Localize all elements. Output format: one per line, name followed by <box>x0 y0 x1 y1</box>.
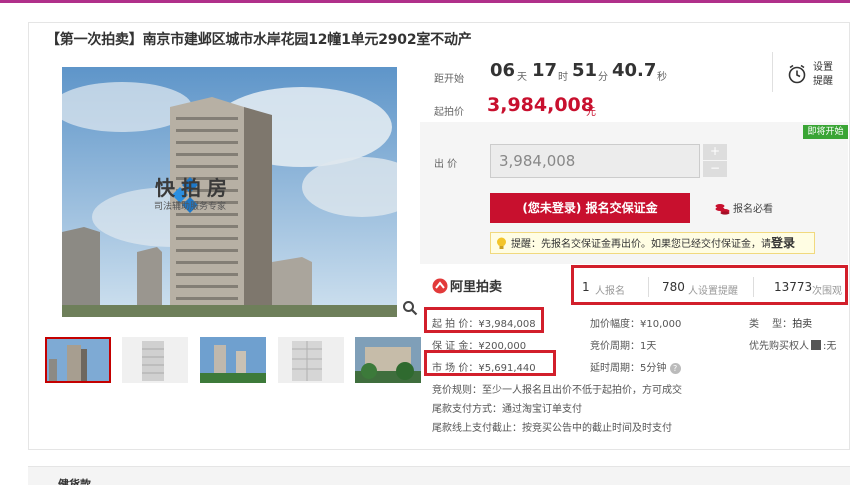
countdown-minutes-unit: 分 <box>598 72 608 83</box>
detail-delay-cycle: 延时周期：5分钟 ? <box>590 359 681 374</box>
decrease-bid-button[interactable]: − <box>703 161 727 177</box>
detail-type-label: 类 型： <box>749 319 793 330</box>
alarm-clock-icon <box>787 64 807 88</box>
detail-bid-cycle: 竞价周期：1天 <box>590 341 657 352</box>
status-badge: 即将开始 <box>803 125 848 139</box>
reminder-text: 提醒：先报名交保证金再出价。如果您已经交付保证金，请 <box>511 239 771 250</box>
stat-reminder-count: 780 <box>662 280 685 294</box>
ali-logo-icon <box>432 278 448 294</box>
thumbnail-3[interactable] <box>200 337 266 383</box>
countdown-days-unit: 天 <box>517 72 527 83</box>
login-link[interactable]: 登录 <box>771 236 795 250</box>
register-deposit-button[interactable]: (您未登录) 报名交保证金 <box>490 193 690 223</box>
help-icon[interactable]: ? <box>669 363 681 374</box>
coins-icon <box>715 203 730 215</box>
stat-divider <box>648 277 649 297</box>
info-badge-icon[interactable] <box>811 340 821 350</box>
reminder-notice: 提醒：先报名交保证金再出价。如果您已经交付保证金，请登录 <box>490 232 815 254</box>
watermark-title: 快拍房 <box>155 176 233 200</box>
detail-priority-label: 优先购买权人 <box>749 341 809 352</box>
detail-priority: 优先购买权人:无 <box>749 340 837 352</box>
bottom-section <box>28 466 850 485</box>
detail-rule: 竞价规则：至少一人报名且出价不低于起拍价，方可成交 <box>432 385 682 396</box>
set-reminder-button[interactable]: 设置 提醒 <box>772 52 842 92</box>
thumbnail-4[interactable] <box>278 337 344 383</box>
stat-view-count: 13773 <box>774 280 813 294</box>
countdown-hours-unit: 时 <box>558 72 568 83</box>
detail-market-price: 市 场 价：¥5,691,440 <box>432 363 536 374</box>
countdown-minutes: 51 <box>572 60 598 81</box>
bid-price-input[interactable]: 3,984,008 <box>490 144 700 178</box>
setting-line1: 设置 <box>813 62 833 73</box>
stat-signup-label: 人报名 <box>595 286 625 297</box>
detail-delay-text: 延时周期：5分钟 <box>590 363 667 374</box>
watermark-subtitle: 司法辅助服务专家 <box>154 202 227 212</box>
detail-payment: 尾款支付方式：通过淘宝订单支付 <box>432 404 582 415</box>
detail-increment: 加价幅度：¥10,000 <box>590 319 682 330</box>
must-read-link[interactable]: 报名必看 <box>715 200 773 215</box>
detail-type: 类 型：拍卖 <box>749 315 812 330</box>
thumbnail-1[interactable] <box>45 337 111 383</box>
start-price-value: 3,984,008 <box>487 94 594 116</box>
platform-name: 阿里拍卖 <box>450 280 503 295</box>
stat-signup-count: 1 <box>582 280 590 294</box>
detail-deadline: 尾款线上支付截止：按竞买公告中的截止时间及时支付 <box>432 423 672 434</box>
countdown-seconds: 40.7 <box>612 60 657 81</box>
detail-priority-value: 无 <box>826 341 837 352</box>
stat-divider <box>753 277 754 297</box>
stat-view-label: 次围观 <box>812 286 842 297</box>
page-title: 【第一次拍卖】南京市建邺区城市水岸花园12幢1单元2902室不动产 <box>46 32 472 48</box>
increase-bid-button[interactable]: + <box>703 144 727 160</box>
start-price-label: 起拍价 <box>434 107 464 118</box>
detail-type-value: 拍卖 <box>792 319 813 330</box>
ali-auction-logo: 阿里拍卖 <box>432 276 502 295</box>
zoom-icon[interactable] <box>402 300 418 316</box>
thumbnail-2[interactable] <box>122 337 188 383</box>
stat-reminder-label: 人设置提醒 <box>688 286 738 297</box>
top-accent-line <box>0 0 850 3</box>
setting-line2: 提醒 <box>813 76 833 87</box>
start-price-unit: 元 <box>586 107 596 118</box>
countdown-hours: 17 <box>532 60 558 81</box>
bulb-icon <box>496 237 507 258</box>
bottom-heading: 健货款 <box>58 478 91 485</box>
detail-start-price: 起 拍 价：¥3,984,008 <box>432 319 536 330</box>
countdown-label: 距开始 <box>434 74 464 85</box>
countdown-seconds-unit: 秒 <box>657 72 667 83</box>
must-read-text: 报名必看 <box>733 204 773 215</box>
countdown-days: 06 <box>490 60 516 81</box>
thumbnail-5[interactable] <box>355 337 421 383</box>
bid-label: 出 价 <box>434 159 458 170</box>
